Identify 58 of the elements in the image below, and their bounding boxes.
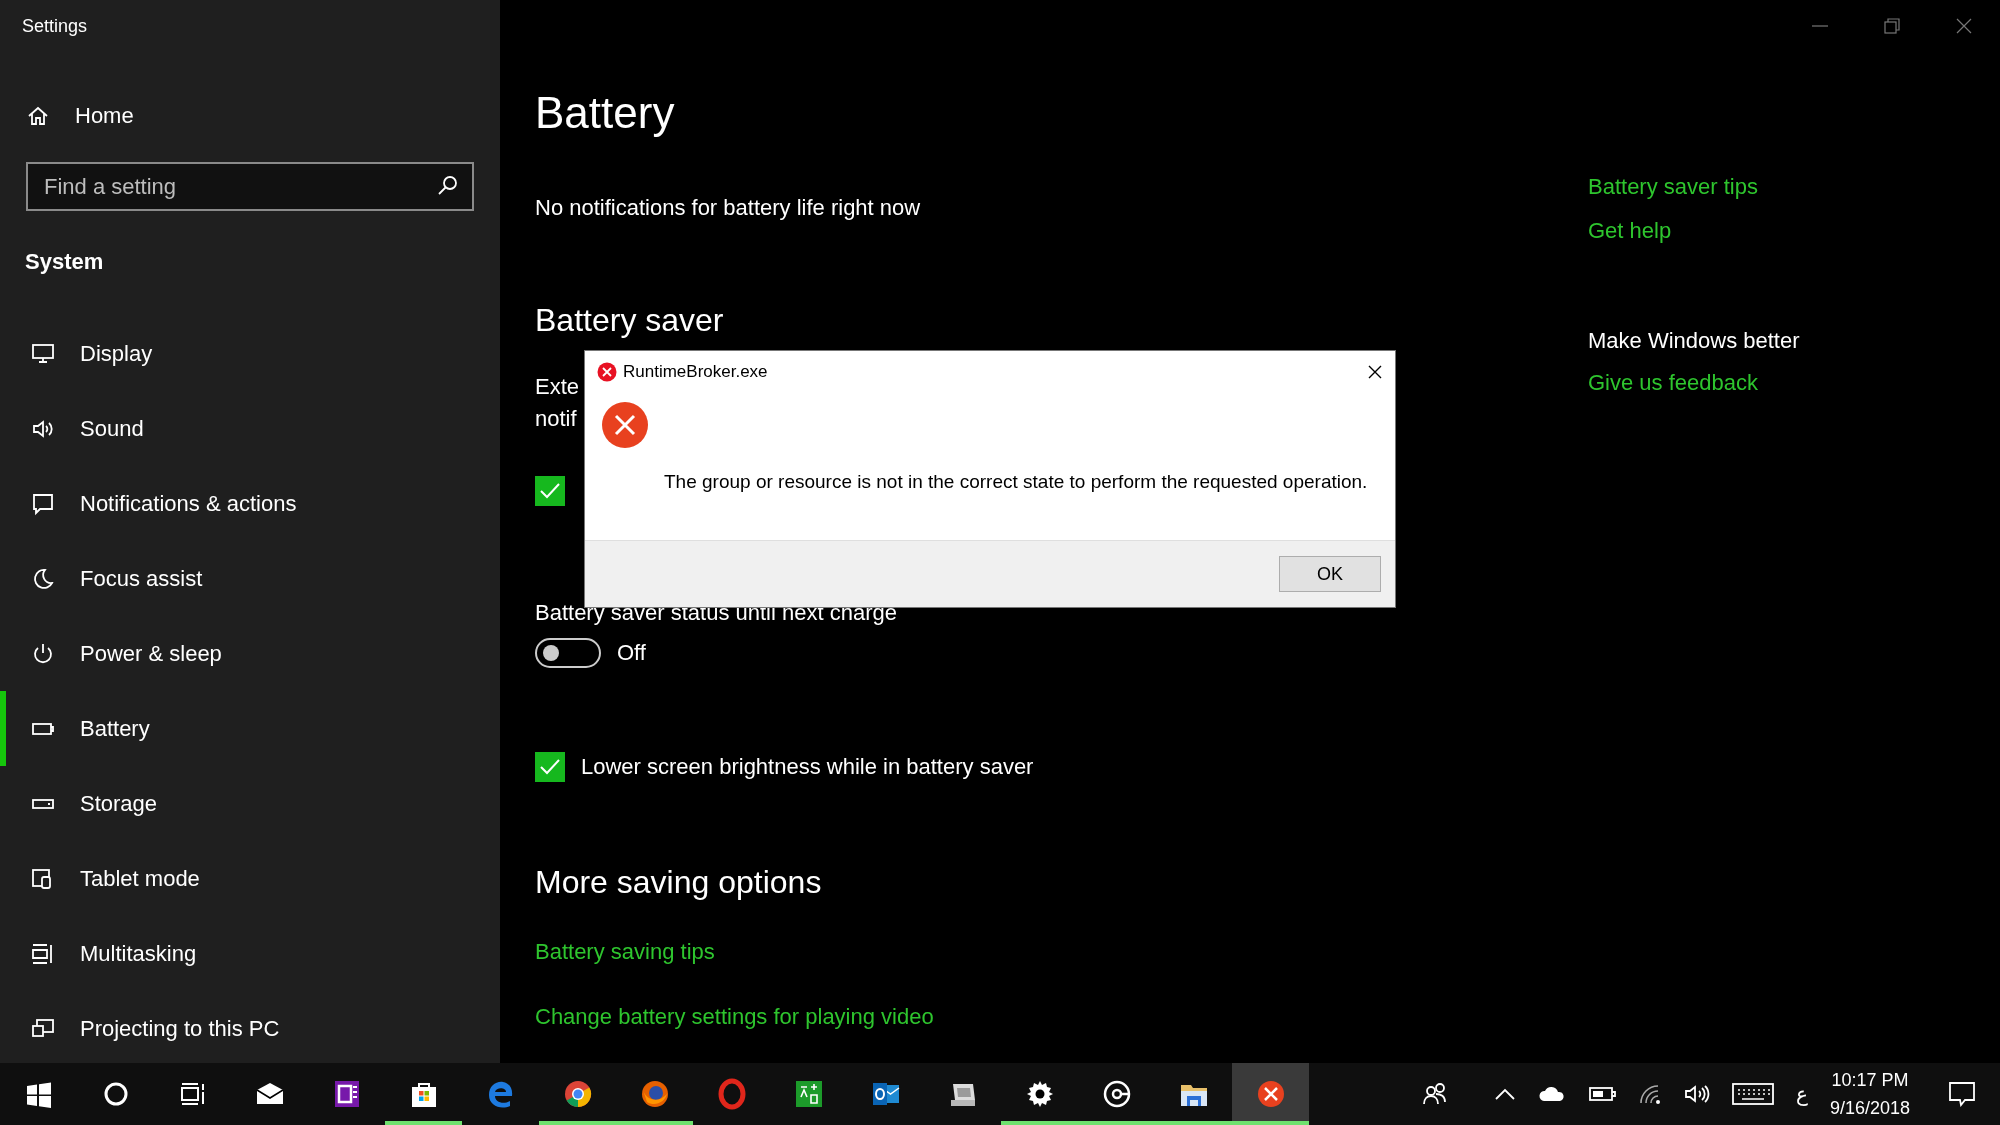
setting-description: Exte [535,373,580,401]
volume-icon [1683,1083,1710,1105]
sidebar-item[interactable]: Multitasking [0,916,500,991]
feedback-link[interactable]: Give us feedback [1588,370,1758,396]
status-text: No notifications for battery life right now [535,195,921,221]
clock[interactable]: 10:17 PM 9/16/2018 [1829,1066,1910,1122]
section-heading: System [25,249,104,275]
taskbar-button[interactable] [1232,1063,1309,1125]
error-icon [597,362,617,382]
section-heading: Make Windows better [1588,328,1800,354]
notification-icon [1948,1081,1976,1107]
restore-icon [1884,18,1900,34]
help-link[interactable]: Change battery settings for playing video [535,1004,934,1030]
sidebar-item[interactable]: Sound [0,391,500,466]
close-icon [1367,364,1383,380]
help-link[interactable]: Battery saver tips [1588,174,1758,200]
help-link[interactable]: Get help [1588,218,1758,244]
error-message: The group or resource is not in the correct state to perform the requested operation. [664,471,1368,493]
keyboard-icon [1731,1083,1774,1105]
multitasking-icon [31,941,55,966]
sidebar-item[interactable]: Focus assist [0,541,500,616]
wifi-icon [1637,1083,1662,1105]
check-icon [539,482,561,500]
search-field[interactable]: Find a setting [26,162,474,211]
help-link[interactable]: Battery saving tips [535,939,934,965]
checkbox[interactable] [535,476,565,506]
setting-description: notif [535,405,578,433]
power-icon [31,641,55,666]
check-icon [539,758,561,776]
moon-icon [31,566,55,591]
ok-button[interactable]: OK [1279,556,1381,592]
checkbox-label: Lower screen brightness while in battery saver [581,754,1034,780]
sidebar-item[interactable]: Projecting to this PC [0,991,500,1063]
input-language[interactable]: ع [1795,1082,1808,1106]
sidebar-item[interactable]: Display [0,316,500,391]
minimize-icon [1812,25,1828,27]
home-link[interactable]: Home [26,103,134,129]
sidebar-item[interactable]: Power & sleep [0,616,500,691]
speech-bubble-icon [31,491,55,516]
error-icon [601,401,649,449]
toggle-switch[interactable] [535,638,601,668]
monitor-icon [31,341,55,366]
window-title: Settings [22,16,88,37]
home-icon [26,104,50,128]
sidebar-item[interactable]: Notifications & actions [0,466,500,541]
page-title: Battery [535,88,675,138]
dialog-title: RuntimeBroker.exe [623,362,768,382]
chevron-up-icon [1493,1087,1516,1101]
section-heading: Battery saver [535,302,724,339]
cloud-icon [1537,1084,1566,1104]
sidebar-item[interactable]: Storage [0,766,500,841]
close-icon [1956,18,1972,34]
toggle-state: Off [617,640,646,666]
battery-icon [1587,1085,1616,1103]
sidebar-item[interactable]: Tablet mode [0,841,500,916]
people-icon [1421,1081,1448,1107]
checkbox[interactable] [535,752,565,782]
section-heading: More saving options [535,864,822,901]
